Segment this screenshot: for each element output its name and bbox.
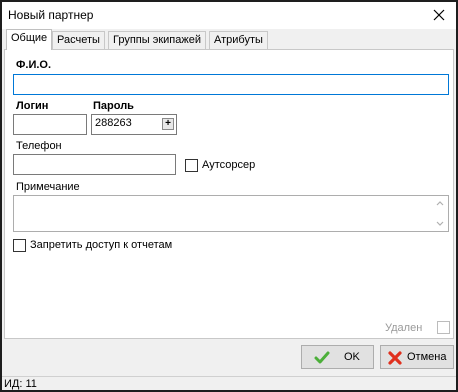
note-scrollbar[interactable] — [433, 197, 447, 230]
plus-icon: + — [165, 118, 171, 129]
phone-label: Телефон — [16, 140, 62, 152]
title-bar: Новый партнер — [2, 2, 456, 29]
cancel-button[interactable]: Отмена — [380, 345, 454, 369]
deny-reports-checkbox[interactable] — [13, 239, 26, 252]
password-input[interactable]: 288263 + — [91, 114, 177, 135]
record-id: ИД: 11 — [4, 378, 37, 390]
note-textarea[interactable] — [13, 195, 449, 232]
cancel-label: Отмена — [407, 351, 447, 363]
ok-button[interactable]: OK — [301, 345, 374, 369]
generate-password-button[interactable]: + — [162, 118, 174, 130]
fio-input[interactable] — [13, 74, 449, 95]
close-button[interactable] — [428, 4, 450, 26]
scroll-down-icon[interactable] — [435, 218, 445, 228]
deny-reports-label: Запретить доступ к отчетам — [30, 239, 173, 251]
tab-general[interactable]: Общие — [6, 29, 53, 50]
login-label: Логин — [16, 100, 49, 112]
login-input[interactable] — [13, 114, 87, 135]
x-icon — [388, 351, 402, 365]
outsourcer-label: Аутсорсер — [202, 159, 256, 171]
status-bar: ИД: 11 — [2, 376, 456, 390]
outsourcer-checkbox[interactable] — [185, 159, 198, 172]
check-icon — [314, 351, 330, 364]
window-title: Новый партнер — [8, 8, 94, 22]
button-bar: OK Отмена — [2, 339, 456, 376]
note-label: Примечание — [16, 181, 80, 193]
ok-label: OK — [344, 351, 360, 363]
password-label: Пароль — [93, 100, 134, 112]
deleted-label: Удален — [385, 322, 423, 334]
close-icon — [433, 9, 445, 21]
scroll-up-icon[interactable] — [435, 199, 445, 209]
tab-crew-groups[interactable]: Группы экипажей — [108, 31, 206, 49]
phone-input[interactable] — [13, 154, 176, 175]
tab-strip: Общие Расчеты Группы экипажей Атрибуты — [4, 29, 454, 50]
fio-label: Ф.И.О. — [16, 59, 52, 71]
dialog-window: Новый партнер Общие Расчеты Группы экипа… — [0, 0, 458, 392]
general-panel: Ф.И.О. Логин Пароль 288263 + Телефон Аут… — [4, 49, 454, 339]
password-value: 288263 — [95, 117, 132, 129]
tab-attributes[interactable]: Атрибуты — [209, 31, 268, 49]
deleted-checkbox — [437, 321, 450, 334]
tab-payments[interactable]: Расчеты — [52, 31, 105, 49]
